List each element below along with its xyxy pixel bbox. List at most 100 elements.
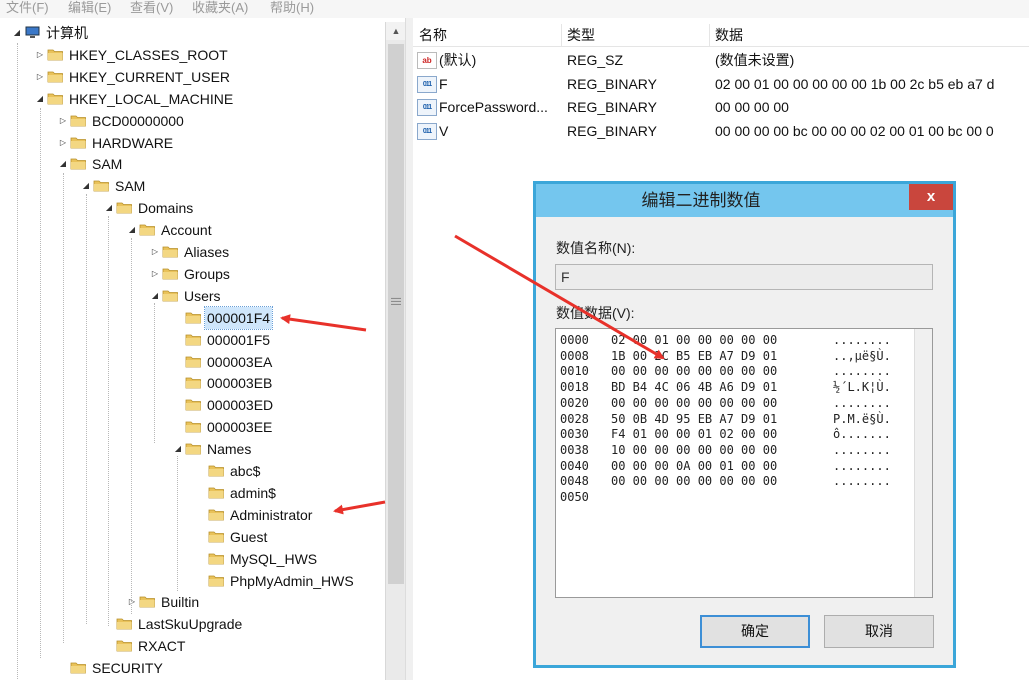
hex-bytes: 00 00 00 00 00 00 00 00 xyxy=(611,395,778,410)
hex-ascii: ..,µë§Ù. xyxy=(833,348,891,363)
tree-node-label: PhpMyAdmin_HWS xyxy=(230,572,354,589)
menu-bar: 文件(F) 编辑(E) 查看(V) 收藏夹(A) 帮助(H) xyxy=(0,0,1029,18)
folder-icon xyxy=(208,465,224,477)
leaf-spacer xyxy=(196,548,206,570)
tree-node-label: 000003EA xyxy=(207,353,273,370)
collapse-icon[interactable]: ◢ xyxy=(150,285,160,307)
hex-bytes: 00 00 00 00 00 00 00 00 xyxy=(611,474,778,489)
tree-node-label: 000003ED xyxy=(207,397,274,414)
leaf-spacer xyxy=(196,460,206,482)
value-name: ForcePassword... xyxy=(439,99,548,115)
hex-offset: 0000 xyxy=(560,333,589,347)
column-type[interactable]: 类型 xyxy=(561,24,710,46)
value-type: REG_BINARY xyxy=(567,99,657,115)
leaf-spacer xyxy=(104,613,114,635)
tree-node-label: abc$ xyxy=(230,463,261,479)
tree-node-label: Builtin xyxy=(161,594,200,611)
folder-icon xyxy=(70,115,86,126)
column-data[interactable]: 数据 xyxy=(709,24,1029,46)
hex-ascii: ........ xyxy=(833,395,891,410)
collapse-icon[interactable]: ◢ xyxy=(12,22,22,44)
tree-guide-line xyxy=(177,456,178,591)
hex-scrollbar[interactable] xyxy=(914,329,932,597)
tree-scrollbar[interactable]: ▲ — — — xyxy=(385,22,406,680)
hex-bytes: F4 01 00 00 01 02 00 00 xyxy=(611,427,778,442)
value-row[interactable]: 011 F REG_BINARY 02 00 01 00 00 00 00 00 1b… xyxy=(413,72,1029,96)
folder-icon xyxy=(185,312,201,324)
expand-icon[interactable]: ▷ xyxy=(35,66,45,88)
expand-icon[interactable]: ▷ xyxy=(58,110,68,132)
tree-node-label: Account xyxy=(161,222,212,239)
tree-guide-line xyxy=(63,173,64,643)
leaf-spacer xyxy=(196,526,206,548)
hex-bytes: BD B4 4C 06 4B A6 D9 01 xyxy=(611,380,778,395)
collapse-icon[interactable]: ◢ xyxy=(173,438,183,460)
hex-bytes: 1B 00 2C B5 EB A7 D9 01 xyxy=(611,348,778,363)
folder-icon xyxy=(208,487,224,499)
leaf-spacer xyxy=(196,570,206,592)
menu-file[interactable]: 文件(F) xyxy=(6,0,49,16)
hex-offset: 0040 xyxy=(560,458,589,473)
tree-node-label: MySQL_HWS xyxy=(230,550,318,567)
folder-icon xyxy=(116,618,132,630)
ok-button[interactable]: 确定 xyxy=(700,615,810,648)
tree-node-label: 000003EB xyxy=(207,375,273,392)
tree-node-label: HARDWARE xyxy=(92,134,174,151)
string-value-icon: ab xyxy=(417,52,437,69)
dialog-titlebar[interactable]: 编辑二进制数值 x xyxy=(536,184,953,217)
leaf-spacer xyxy=(196,482,206,504)
expand-icon[interactable]: ▷ xyxy=(35,44,45,66)
hex-bytes: 50 0B 4D 95 EB A7 D9 01 xyxy=(611,411,778,426)
expand-icon[interactable]: ▷ xyxy=(127,591,137,613)
dialog-title: 编辑二进制数值 xyxy=(641,191,761,210)
expand-icon[interactable]: ▷ xyxy=(58,132,68,154)
value-name: V xyxy=(439,122,449,139)
hex-ascii: P.M.ë§Ù. xyxy=(833,411,891,426)
registry-tree[interactable]: ◢ 计算机 ▷ HKEY_CLASSES_ROOT ▷ HKEY_CURRENT_USER… xyxy=(0,18,405,680)
collapse-icon[interactable]: ◢ xyxy=(127,219,137,241)
value-row[interactable]: ab (默认) REG_SZ (数值未设置) xyxy=(413,48,1029,72)
folder-icon xyxy=(139,596,155,608)
scroll-thumb[interactable] xyxy=(388,44,404,584)
leaf-spacer xyxy=(173,416,183,438)
menu-help[interactable]: 帮助(H) xyxy=(270,0,314,16)
collapse-icon[interactable]: ◢ xyxy=(104,197,114,219)
tree-node-label: 000001F5 xyxy=(207,331,271,348)
hex-ascii: ........ xyxy=(833,333,891,347)
hex-ascii: ô....... xyxy=(833,427,891,442)
tree-node-label: HKEY_LOCAL_MACHINE xyxy=(69,90,234,107)
value-data-label: 数值数据(V): xyxy=(556,305,635,321)
folder-icon xyxy=(70,158,86,170)
folder-icon xyxy=(185,399,201,411)
expand-icon[interactable]: ▷ xyxy=(150,241,160,263)
collapse-icon[interactable]: ◢ xyxy=(35,88,45,110)
folder-icon xyxy=(185,421,201,433)
hex-offset: 0038 xyxy=(560,442,589,457)
folder-icon xyxy=(47,49,63,61)
leaf-spacer xyxy=(173,394,183,416)
leaf-spacer xyxy=(58,657,68,679)
scroll-up-icon[interactable]: ▲ xyxy=(386,22,406,40)
value-name-field: F xyxy=(555,264,933,290)
folder-icon xyxy=(185,356,201,367)
menu-view[interactable]: 查看(V) xyxy=(130,0,173,16)
hex-editor[interactable]: 0000 02 00 01 00 00 00 00 00........ 0008 1… xyxy=(555,328,933,598)
expand-icon[interactable]: ▷ xyxy=(150,263,160,285)
menu-edit[interactable]: 编辑(E) xyxy=(68,0,111,16)
folder-icon xyxy=(47,71,63,83)
cancel-button[interactable]: 取消 xyxy=(824,615,934,648)
hex-offset: 0018 xyxy=(560,380,589,395)
hex-offset: 0010 xyxy=(560,364,589,379)
dialog-body: 数值名称(N): F 数值数据(V): 0000 02 00 01 00 00 0… xyxy=(536,217,953,665)
tree-node-label: Groups xyxy=(184,265,230,282)
tree-node-label: Users xyxy=(184,287,221,304)
close-icon[interactable]: x xyxy=(909,184,953,210)
menu-favorites[interactable]: 收藏夹(A) xyxy=(192,0,248,16)
value-row[interactable]: 011 V REG_BINARY 00 00 00 00 bc 00 00 00 02… xyxy=(413,119,1029,143)
value-name-label: 数值名称(N): xyxy=(556,240,636,256)
column-name[interactable]: 名称 xyxy=(413,24,562,46)
tree-guide-line xyxy=(40,108,41,658)
value-row[interactable]: 011 ForcePassword... REG_BINARY 00 00 00 00 xyxy=(413,95,1029,119)
hex-offset: 0048 xyxy=(560,474,589,489)
tree-node-label: Aliases xyxy=(184,244,230,260)
